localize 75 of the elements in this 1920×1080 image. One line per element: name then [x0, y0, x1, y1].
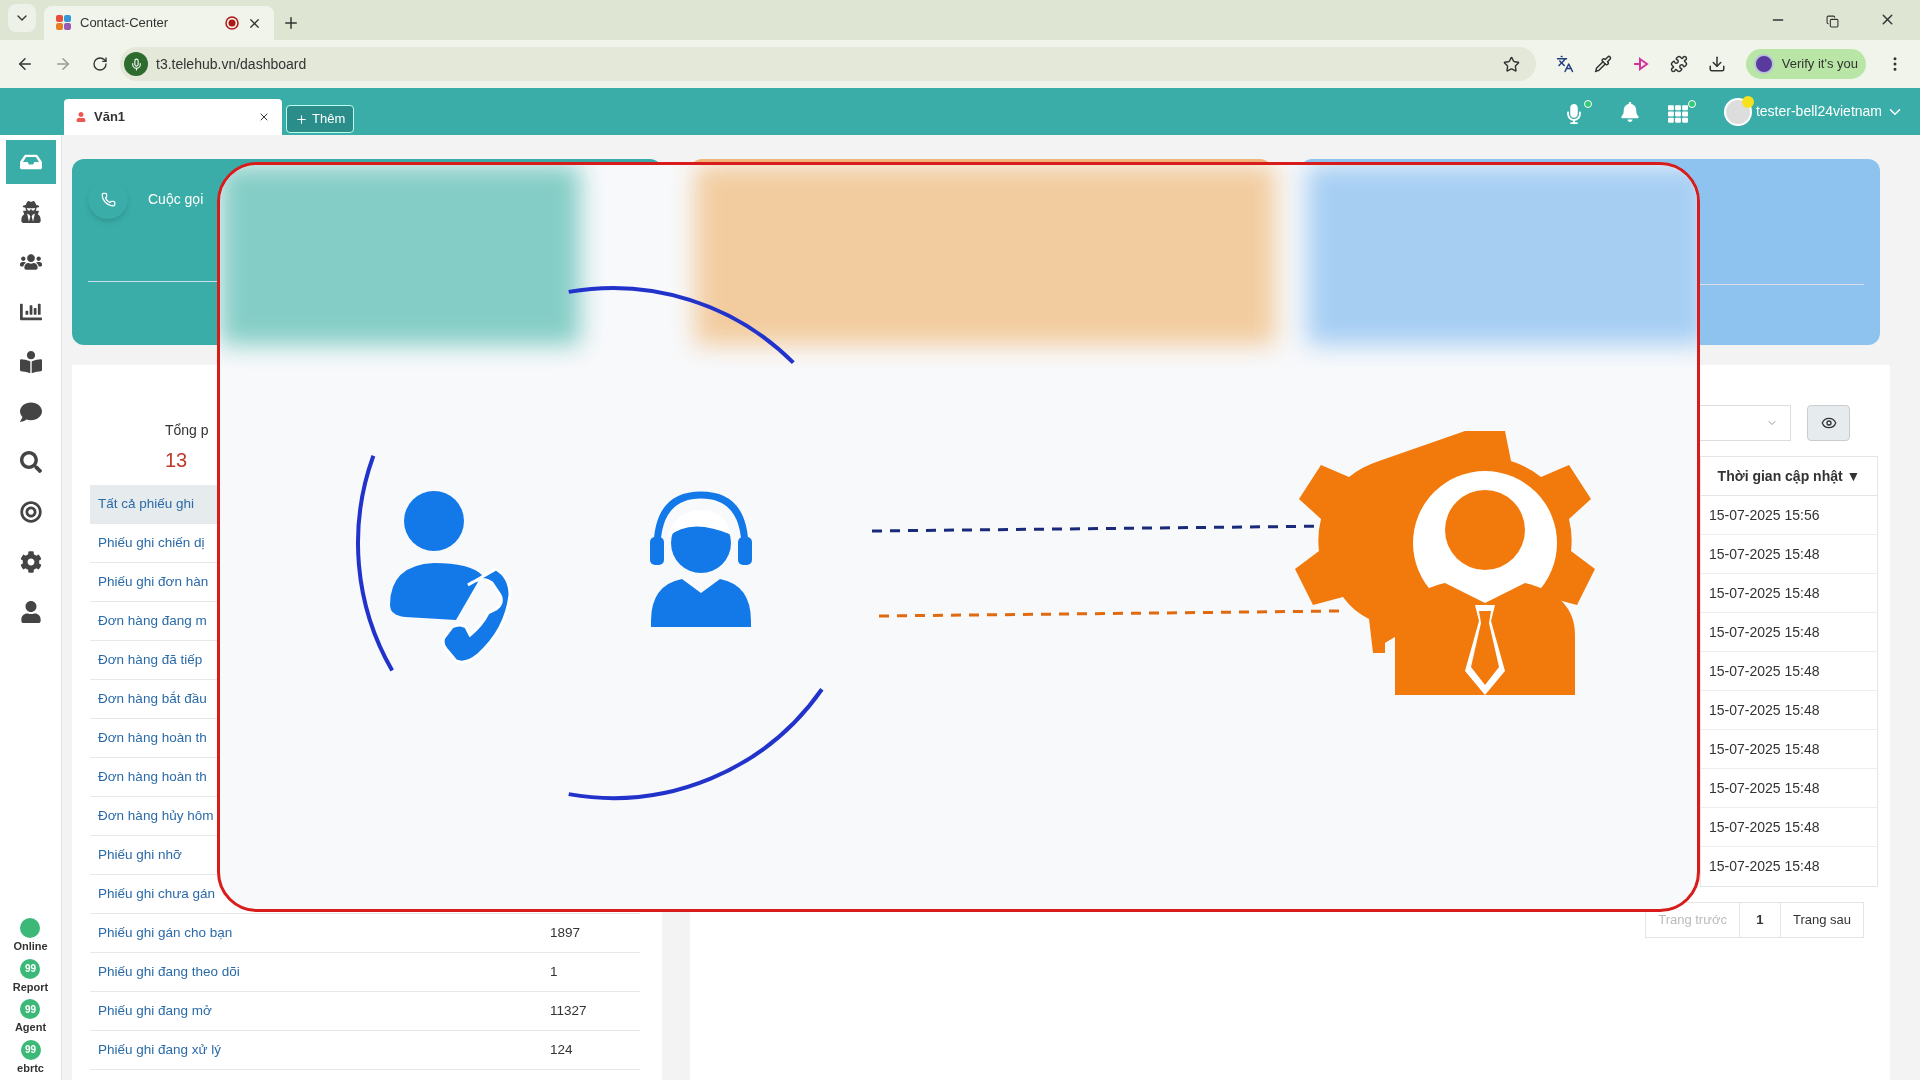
person-phone-icon [390, 491, 512, 664]
table-cell: 15-07-2025 15:48 [1701, 730, 1877, 769]
table-cell: 15-07-2025 15:48 [1701, 808, 1877, 847]
count-badge: 99 [20, 958, 41, 979]
table-cell: 15-07-2025 15:48 [1701, 652, 1877, 691]
page-number-button[interactable]: 1 [1739, 902, 1780, 938]
table-cell: 15-07-2025 15:48 [1701, 613, 1877, 652]
avatar[interactable] [1723, 97, 1752, 126]
phone-icon [88, 179, 128, 219]
summary-value: 13 [165, 448, 188, 473]
next-page-button[interactable]: Trang sau [1779, 902, 1864, 938]
ticket-count: 124 [550, 1040, 573, 1059]
user-icon [19, 601, 42, 623]
target-icon [19, 501, 42, 523]
headset-agent-icon [650, 491, 752, 627]
microphone-icon [124, 52, 148, 76]
column-header[interactable]: Thời gian cập nhật ▼ [1701, 457, 1877, 496]
apps-grid-icon[interactable] [1667, 99, 1696, 124]
app-logo-icon [56, 15, 72, 31]
restore-icon[interactable] [1826, 15, 1839, 28]
table-cell: 15-07-2025 15:56 [1701, 496, 1877, 535]
new-tab-icon[interactable] [282, 14, 300, 32]
users-icon [19, 251, 42, 273]
spy-icon [19, 201, 42, 223]
close-icon[interactable] [258, 111, 270, 123]
browser-tab[interactable]: Contact-Center [44, 6, 274, 40]
ticket-count: 1897 [550, 923, 581, 942]
ticket-filter-item[interactable]: Phiếu ghi đang theo dõi 1 [90, 953, 640, 992]
eyedropper-icon[interactable] [1593, 55, 1612, 73]
settings-icon [19, 551, 42, 573]
ticket-filter-item[interactable]: Phiếu ghi gán cho bạn 1897 [90, 914, 640, 953]
translate-icon[interactable] [1555, 55, 1574, 73]
table-cell: 15-07-2025 15:48 [1701, 691, 1877, 730]
bookmark-icon[interactable] [1502, 55, 1520, 73]
tab-title: Contact-Center [80, 14, 170, 33]
back-icon[interactable] [16, 55, 34, 73]
eye-icon [1820, 415, 1837, 431]
extension-icon[interactable] [1631, 57, 1650, 71]
download-icon[interactable] [1707, 55, 1726, 73]
summary-label: Tổng p [165, 421, 209, 440]
count-badge: 99 [20, 1039, 41, 1060]
tab-list-button[interactable] [8, 4, 36, 32]
view-button[interactable] [1807, 405, 1850, 441]
notification-icon[interactable] [1619, 101, 1640, 122]
address-bar[interactable]: t3.telehub.vn/dashboard [120, 47, 1536, 81]
table-cell: 15-07-2025 15:48 [1701, 574, 1877, 613]
bar-chart-icon [19, 301, 42, 323]
reload-icon[interactable] [92, 56, 108, 72]
ticket-count: 11327 [550, 1001, 587, 1020]
plus-icon [295, 112, 308, 126]
app-tab[interactable]: Văn1 [64, 99, 282, 135]
status-label: Agent [14, 1020, 47, 1035]
ticket-filter-item[interactable]: Phiếu ghi đang xử lý 124 [90, 1031, 640, 1070]
status-label: ebrtc [17, 1060, 44, 1076]
search-icon [19, 451, 42, 473]
status-label: Online [13, 939, 48, 954]
recording-icon [225, 16, 239, 30]
add-tab-button[interactable]: Thêm [286, 105, 355, 133]
gear-person-icon [1295, 431, 1595, 695]
table-cell: 15-07-2025 15:48 [1701, 769, 1877, 808]
profile-icon [1753, 54, 1774, 74]
card-title: Cuộc gọi [148, 189, 204, 209]
tab-label: Văn1 [94, 108, 127, 127]
user-icon [76, 112, 86, 122]
chat-icon [19, 401, 42, 423]
table-cell-text: 15-07-2025 15:48 [1708, 857, 1821, 876]
reader-icon [19, 351, 42, 373]
status-label: Report [12, 979, 49, 995]
verify-button[interactable]: Verify it's you [1745, 49, 1866, 79]
url-text: t3.telehub.vn/dashboard [156, 54, 307, 74]
ticket-filter-item[interactable]: Phiếu ghi đang mở 11327 [90, 992, 640, 1031]
count-badge: 99 [20, 999, 41, 1019]
extensions-icon[interactable] [1669, 55, 1688, 73]
table-cell: 15-07-2025 15:48 [1701, 535, 1877, 574]
ticket-count: 1 [550, 962, 558, 981]
